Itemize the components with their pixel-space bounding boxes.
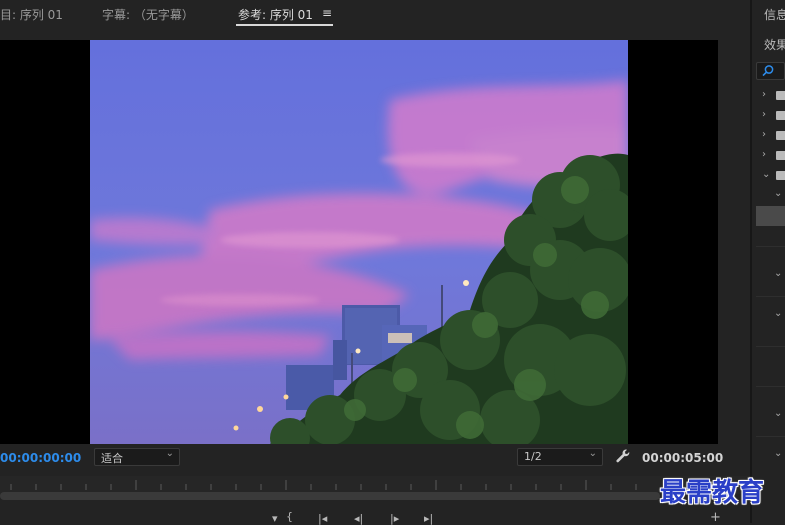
- zoom-fit-value: 适合: [101, 452, 123, 465]
- wrench-icon[interactable]: [615, 448, 631, 464]
- video-viewer[interactable]: [0, 40, 718, 444]
- video-frame: [90, 40, 628, 444]
- chevron-right-icon: ›: [762, 129, 766, 140]
- chevron-down-icon[interactable]: ⌄: [774, 408, 782, 419]
- zoom-fit-select[interactable]: 适合 ⌄: [94, 448, 180, 466]
- chevron-down-icon: ⌄: [588, 448, 597, 459]
- playback-resolution-select[interactable]: 1/2 ⌄: [517, 448, 603, 466]
- effects-folder-row[interactable]: ›: [752, 146, 785, 166]
- city-sky-image: [90, 40, 628, 444]
- step-forward-icon[interactable]: |▸: [390, 512, 399, 525]
- chevron-down-icon[interactable]: ⌄: [774, 308, 782, 319]
- chevron-down-icon: ⌄: [762, 169, 771, 180]
- folder-icon: [776, 91, 785, 100]
- playhead-timecode[interactable]: 00:00:00:00: [0, 451, 81, 465]
- row-separator: [756, 346, 785, 347]
- tab-captions[interactable]: 字幕: （无字幕）: [102, 6, 194, 23]
- go-to-in-icon[interactable]: |◂: [318, 512, 327, 525]
- search-icon: [762, 65, 774, 77]
- row-separator: [756, 436, 785, 437]
- go-to-out-icon[interactable]: ▸|: [424, 512, 433, 525]
- chevron-down-icon: ⌄: [165, 448, 174, 459]
- step-back-icon[interactable]: ◂|: [354, 512, 363, 525]
- viewer-controls: 00:00:00:00 适合 ⌄ 1/2 ⌄ 00:00:05:00: [0, 444, 750, 474]
- transport-controls: ▾ { |◂ ◂| |▸ ▸| +: [0, 504, 750, 525]
- effects-folder-row[interactable]: ›: [752, 86, 785, 106]
- chevron-right-icon: ›: [762, 149, 766, 160]
- row-separator: [756, 296, 785, 297]
- panel-tab-bar: 目: 序列 01 字幕: （无字幕） 参考: 序列 01 ≡: [0, 0, 750, 30]
- effects-folder-row-expanded[interactable]: ⌄: [752, 166, 785, 186]
- chevron-down-icon[interactable]: ⌄: [774, 188, 782, 199]
- folder-icon: [776, 151, 785, 160]
- chevron-right-icon: ›: [762, 109, 766, 120]
- folder-icon: [776, 131, 785, 140]
- folder-icon: [776, 171, 785, 180]
- folder-icon: [776, 111, 785, 120]
- selected-effect-row[interactable]: [756, 206, 785, 226]
- effects-folder-row[interactable]: ›: [752, 106, 785, 126]
- playback-resolution-value: 1/2: [524, 450, 542, 463]
- active-tab-indicator: [236, 24, 333, 26]
- duration-timecode: 00:00:05:00: [642, 451, 724, 465]
- row-separator: [756, 386, 785, 387]
- effects-panel: 信息 效果 › › › › ⌄ ⌄ ⌄ ⌄ ⌄ ⌄: [752, 0, 785, 523]
- tab-effects[interactable]: 效果: [764, 36, 785, 53]
- tab-source-sequence[interactable]: 目: 序列 01: [0, 6, 63, 23]
- tab-reference[interactable]: 参考: 序列 01: [238, 6, 313, 23]
- watermark-logo: 最需教育: [660, 478, 765, 508]
- row-separator: [756, 246, 785, 247]
- tab-info[interactable]: 信息: [764, 6, 785, 23]
- chevron-right-icon: ›: [762, 89, 766, 100]
- effects-search-input[interactable]: [756, 62, 785, 80]
- chevron-down-icon[interactable]: ⌄: [774, 448, 782, 459]
- add-marker-icon[interactable]: ▾: [272, 512, 278, 525]
- effects-folder-row[interactable]: ›: [752, 126, 785, 146]
- hamburger-icon[interactable]: ≡: [322, 6, 332, 20]
- chevron-down-icon[interactable]: ⌄: [774, 268, 782, 279]
- zoom-scrollbar[interactable]: [0, 492, 660, 500]
- mark-in-icon[interactable]: {: [286, 510, 293, 523]
- program-monitor-panel: 目: 序列 01 字幕: （无字幕） 参考: 序列 01 ≡ 00:00:00:…: [0, 0, 750, 525]
